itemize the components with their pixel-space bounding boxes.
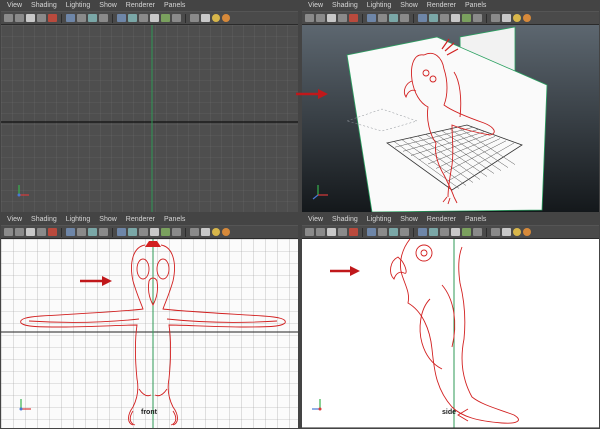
arrow-icon [330, 266, 360, 276]
maya-four-view-layout: View Shading Lighting Show Renderer Pane… [0, 0, 600, 429]
arrow-icon [296, 89, 328, 99]
arrow-icon [80, 276, 112, 286]
annotation-arrows [80, 89, 360, 286]
